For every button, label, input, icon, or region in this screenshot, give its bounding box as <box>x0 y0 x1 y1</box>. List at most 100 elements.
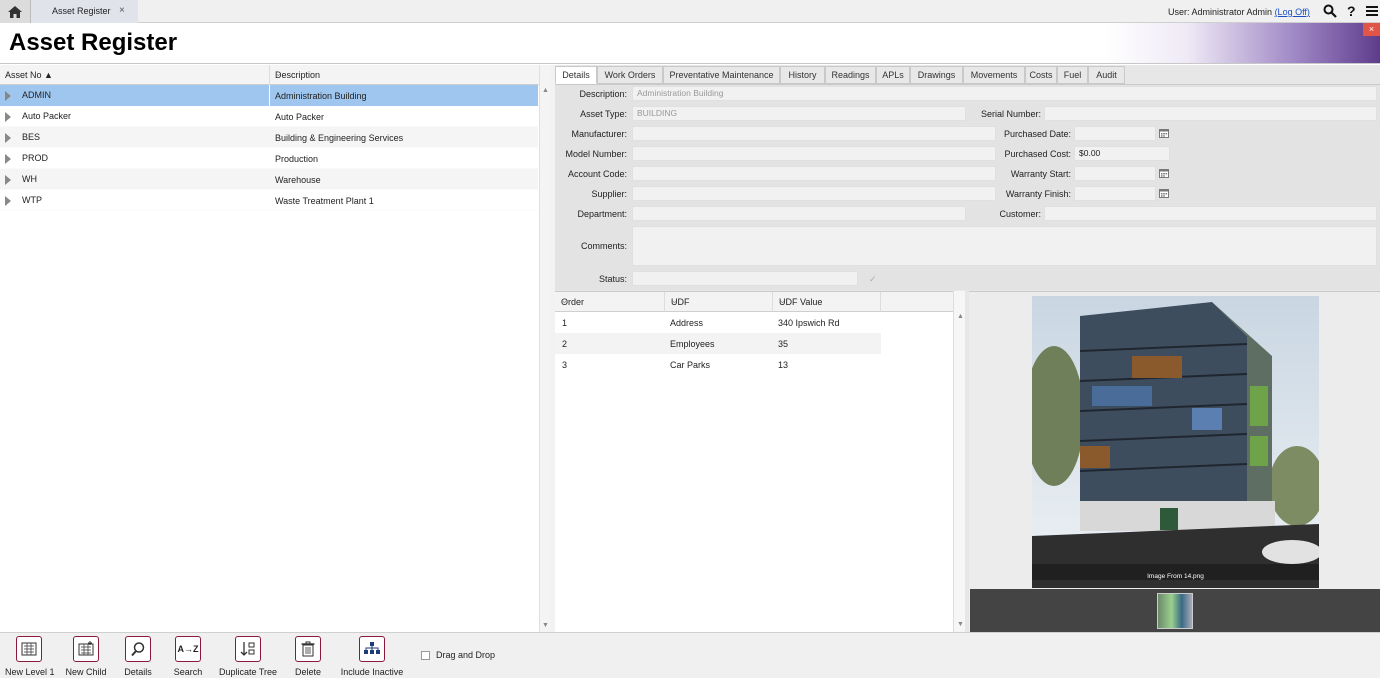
calendar-icon[interactable] <box>1159 168 1169 178</box>
column-header-description[interactable]: Description ⌄ <box>270 65 539 85</box>
description-text: Building & Engineering Services <box>275 133 404 143</box>
chevron-down-icon[interactable]: ⌄ <box>275 69 535 78</box>
warranty-start-field[interactable] <box>1074 166 1156 181</box>
tab-audit[interactable]: Audit <box>1088 66 1125 84</box>
tab-readings[interactable]: Readings <box>825 66 876 84</box>
customer-field[interactable] <box>1044 206 1377 221</box>
description-cell[interactable]: Waste Treatment Plant 1 <box>270 190 538 211</box>
check-icon[interactable]: ✓ <box>869 274 877 285</box>
column-header-asset-no[interactable]: Asset No ▲ ⌄ <box>0 65 270 85</box>
tab-details[interactable]: Details <box>555 66 597 84</box>
status-field[interactable] <box>632 271 858 286</box>
new-level-1-button[interactable]: New Level 1 <box>5 636 55 677</box>
details-form: Description: Administration Building Ass… <box>555 84 1380 290</box>
tab-work-orders[interactable]: Work Orders <box>597 66 663 84</box>
description-cell[interactable]: Administration Building <box>270 85 538 106</box>
warranty-finish-field[interactable] <box>1074 186 1156 201</box>
toolbar-label: Duplicate Tree <box>218 667 278 677</box>
tree-row[interactable]: WH Warehouse <box>0 169 538 190</box>
asset-no-cell[interactable]: WTP <box>0 190 269 211</box>
purchased-cost-field[interactable]: $0.00 <box>1074 146 1170 161</box>
department-field[interactable] <box>632 206 966 221</box>
model-number-field[interactable] <box>632 146 996 161</box>
table-row[interactable]: 1 Address 340 Ipswich Rd <box>555 312 881 333</box>
search-icon[interactable] <box>1323 4 1337 18</box>
delete-button[interactable]: Delete <box>292 636 324 677</box>
serial-number-field[interactable] <box>1044 106 1377 121</box>
description-cell[interactable]: Auto Packer <box>270 106 538 127</box>
tab-movements[interactable]: Movements <box>963 66 1025 84</box>
tab-preventative-maintenance[interactable]: Preventative Maintenance <box>663 66 780 84</box>
description-cell[interactable]: Warehouse <box>270 169 538 190</box>
image-thumbnail[interactable] <box>1157 593 1193 629</box>
drag-and-drop-checkbox[interactable] <box>421 651 430 661</box>
search-button[interactable]: A→Z Search <box>171 636 205 677</box>
close-window-button[interactable]: × <box>1363 23 1380 36</box>
chevron-down-icon[interactable]: ⌄ <box>561 296 660 305</box>
breadcrumb-tab-asset-register[interactable]: Asset Register × <box>30 0 138 23</box>
hamburger-menu-icon[interactable] <box>1366 5 1378 17</box>
logoff-link[interactable]: (Log Off) <box>1275 7 1310 17</box>
expand-arrow-icon[interactable] <box>5 112 11 122</box>
tree-row[interactable]: Auto Packer Auto Packer <box>0 106 538 127</box>
vertical-scrollbar[interactable]: ▲ ▼ <box>953 291 965 632</box>
details-button[interactable]: Details <box>121 636 155 677</box>
tab-apls[interactable]: APLs <box>876 66 910 84</box>
asset-type-label: Asset Type: <box>580 109 627 119</box>
asset-photo[interactable] <box>1032 296 1319 588</box>
chevron-down-icon[interactable]: ⌄ <box>671 296 768 305</box>
supplier-field[interactable] <box>632 186 996 201</box>
help-icon[interactable]: ? <box>1347 3 1356 19</box>
scroll-down-icon[interactable]: ▼ <box>957 621 964 628</box>
scroll-up-icon[interactable]: ▲ <box>542 87 549 94</box>
scroll-down-icon[interactable]: ▼ <box>542 622 549 629</box>
asset-no-cell[interactable]: WH <box>0 169 269 190</box>
table-row[interactable]: 3 Car Parks 13 <box>555 354 881 375</box>
tab-costs[interactable]: Costs <box>1025 66 1057 84</box>
calendar-icon[interactable] <box>1159 188 1169 198</box>
chevron-down-icon[interactable]: ⌄ <box>779 296 876 305</box>
expand-arrow-icon[interactable] <box>5 133 11 143</box>
home-button[interactable] <box>0 0 30 23</box>
asset-no-text: WH <box>22 174 37 184</box>
chevron-down-icon[interactable]: ⌄ <box>5 69 265 78</box>
expand-arrow-icon[interactable] <box>5 154 11 164</box>
column-header-order[interactable]: Order ⌄ <box>555 292 665 312</box>
tree-row[interactable]: PROD Production <box>0 148 538 169</box>
asset-no-cell[interactable]: BES <box>0 127 269 148</box>
tree-row[interactable]: BES Building & Engineering Services <box>0 127 538 148</box>
vertical-scrollbar[interactable]: ▲ ▼ <box>539 65 550 632</box>
tab-fuel[interactable]: Fuel <box>1057 66 1088 84</box>
close-tab-icon[interactable]: × <box>119 5 125 16</box>
tree-row[interactable]: WTP Waste Treatment Plant 1 <box>0 190 538 211</box>
new-child-button[interactable]: New Child <box>64 636 108 677</box>
drag-and-drop-toggle[interactable]: Drag and Drop <box>421 650 495 661</box>
manufacturer-field[interactable] <box>632 126 996 141</box>
asset-type-field[interactable]: BUILDING <box>632 106 966 121</box>
title-band: Asset Register × <box>0 23 1380 64</box>
expand-arrow-icon[interactable] <box>5 91 11 101</box>
table-row[interactable]: 2 Employees 35 <box>555 333 881 354</box>
description-cell[interactable]: Production <box>270 148 538 169</box>
calendar-icon[interactable] <box>1159 128 1169 138</box>
asset-no-cell[interactable]: Auto Packer <box>0 106 269 127</box>
comments-field[interactable] <box>632 226 1377 266</box>
scroll-up-icon[interactable]: ▲ <box>957 313 964 320</box>
udf-cell: Car Parks <box>670 360 711 370</box>
tab-drawings[interactable]: Drawings <box>910 66 963 84</box>
details-icon <box>125 636 151 662</box>
tab-history[interactable]: History <box>780 66 825 84</box>
purchased-date-field[interactable] <box>1074 126 1156 141</box>
asset-no-cell[interactable]: ADMIN <box>0 85 269 106</box>
column-header-udf-value[interactable]: UDF Value ⌄ <box>773 292 881 312</box>
include-inactive-button[interactable]: Include Inactive <box>338 636 406 677</box>
description-field[interactable]: Administration Building <box>632 86 1377 101</box>
column-header-udf[interactable]: UDF ⌄ <box>665 292 773 312</box>
expand-arrow-icon[interactable] <box>5 196 11 206</box>
tree-row[interactable]: ADMIN Administration Building <box>0 85 538 106</box>
description-cell[interactable]: Building & Engineering Services <box>270 127 538 148</box>
duplicate-tree-button[interactable]: Duplicate Tree <box>218 636 278 677</box>
asset-no-cell[interactable]: PROD <box>0 148 269 169</box>
expand-arrow-icon[interactable] <box>5 175 11 185</box>
account-code-field[interactable] <box>632 166 996 181</box>
